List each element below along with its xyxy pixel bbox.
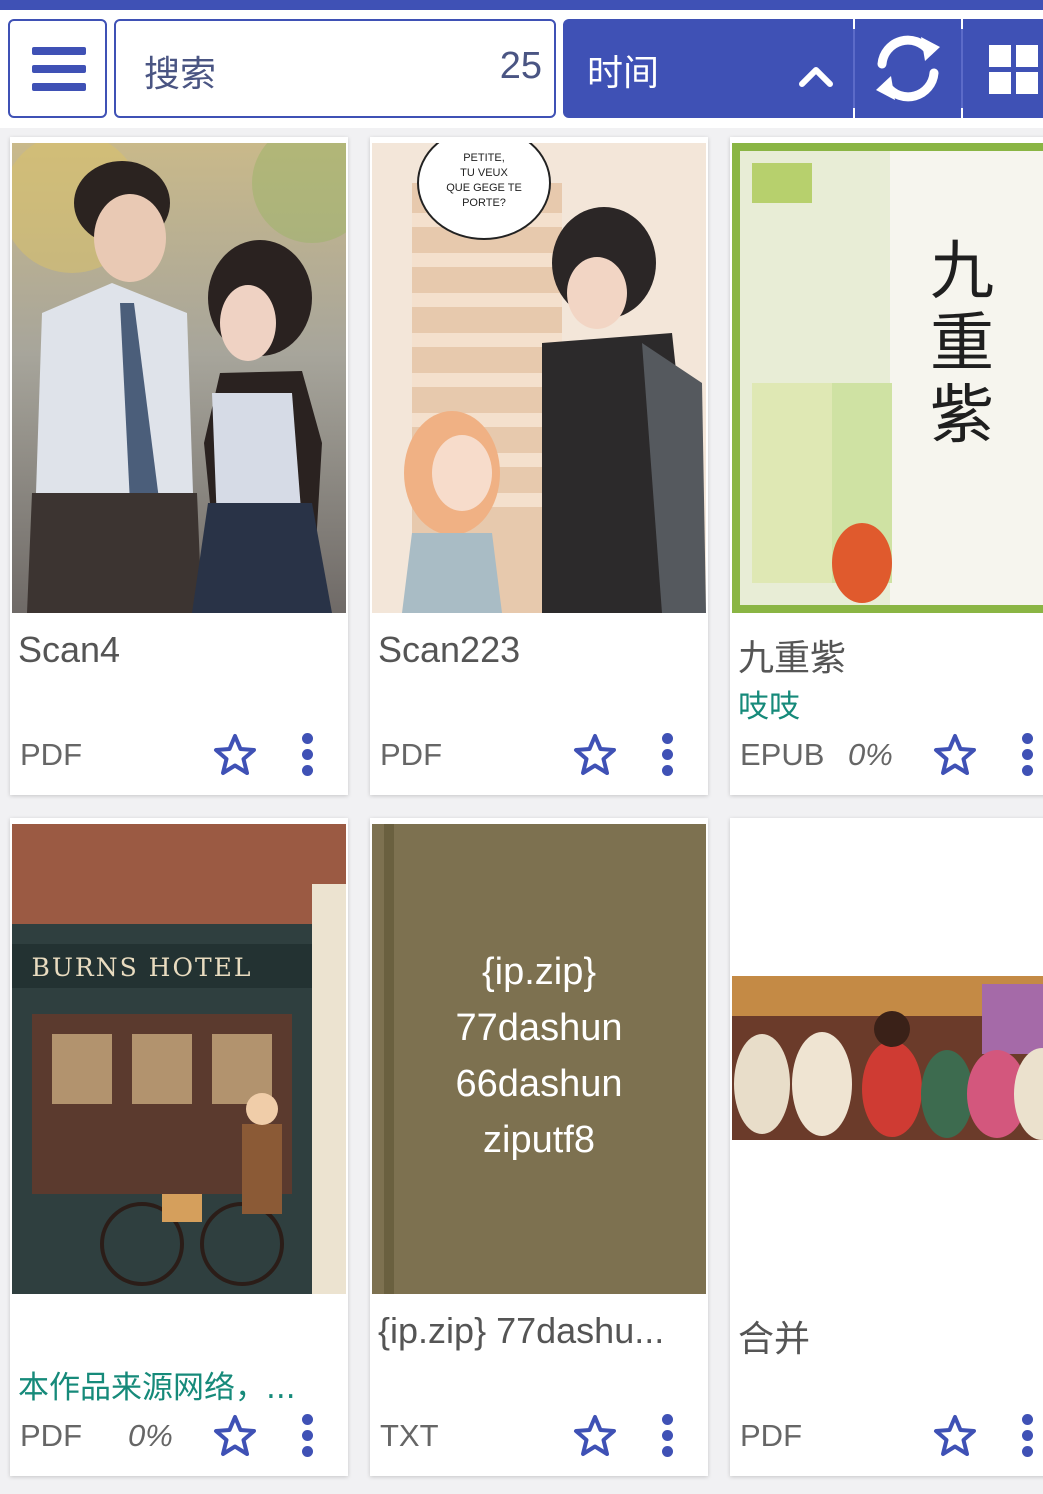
svg-text:BURNS HOTEL: BURNS HOTEL: [31, 953, 252, 982]
book-card[interactable]: 合并 PDF: [730, 818, 1043, 1476]
book-card[interactable]: 九 重 紫 九重紫 吱吱 EPUB 0%: [730, 137, 1043, 795]
book-title: 九重紫: [738, 637, 847, 678]
star-icon[interactable]: [213, 733, 257, 777]
star-icon[interactable]: [933, 1414, 977, 1458]
file-type-label: PDF: [380, 737, 442, 772]
star-icon[interactable]: [933, 733, 977, 777]
book-author: 吱吱: [738, 689, 800, 725]
svg-text:九: 九: [930, 235, 994, 309]
svg-text:QUE GEGE TE: QUE GEGE TE: [446, 182, 522, 194]
refresh-button[interactable]: [855, 19, 961, 118]
sort-label: 时间: [587, 53, 660, 94]
more-options-icon[interactable]: [1020, 1414, 1034, 1458]
svg-text:PORTE?: PORTE?: [462, 197, 506, 209]
book-cover-image[interactable]: [12, 143, 346, 613]
reading-progress: 0%: [848, 737, 893, 772]
file-type-label: PDF: [740, 1418, 802, 1453]
more-options-icon[interactable]: [300, 733, 314, 777]
book-cover-image[interactable]: BURNS HOTEL: [12, 824, 346, 1294]
svg-text:紫: 紫: [930, 379, 994, 453]
book-cover-image[interactable]: 九 重 紫: [732, 143, 1043, 613]
more-options-icon[interactable]: [660, 733, 674, 777]
cover-text: {ip.zip} 77dashun 66dashun ziputf8: [455, 951, 623, 1161]
book-card[interactable]: Scan4 PDF: [10, 137, 348, 795]
reading-progress: 0%: [128, 1418, 173, 1453]
svg-text:重: 重: [930, 307, 994, 381]
book-author: 本作品来源网络，...: [18, 1370, 296, 1406]
refresh-icon: [876, 35, 940, 102]
book-cover-image[interactable]: {ip.zip} 77dashun 66dashun ziputf8: [372, 824, 706, 1294]
book-cover-image[interactable]: PETITE, TU VEUX QUE GEGE TE PORTE?: [372, 143, 706, 613]
file-type-label: PDF: [20, 737, 82, 772]
book-title: 合并: [738, 1318, 811, 1359]
book-title: {ip.zip} 77dashu...: [378, 1310, 665, 1351]
file-type-label: EPUB: [740, 737, 825, 772]
star-icon[interactable]: [213, 1414, 257, 1458]
sort-button[interactable]: 时间: [563, 19, 853, 118]
svg-text:TU VEUX: TU VEUX: [460, 167, 508, 179]
book-count: 25: [499, 45, 542, 87]
book-cover-image[interactable]: [732, 824, 1043, 1294]
star-icon[interactable]: [573, 1414, 617, 1458]
book-card[interactable]: PETITE, TU VEUX QUE GEGE TE PORTE? Scan2…: [370, 137, 708, 795]
svg-text:PETITE,: PETITE,: [463, 152, 505, 164]
more-options-icon[interactable]: [660, 1414, 674, 1458]
search-input[interactable]: 搜索 25: [114, 19, 556, 118]
more-options-icon[interactable]: [300, 1414, 314, 1458]
file-type-label: TXT: [380, 1418, 439, 1453]
more-options-icon[interactable]: [1020, 733, 1034, 777]
book-card[interactable]: {ip.zip} 77dashun 66dashun ziputf8 {ip.z…: [370, 818, 708, 1476]
toolbar: 搜索 25 时间: [0, 10, 1043, 128]
search-placeholder: 搜索: [144, 54, 217, 95]
star-icon[interactable]: [573, 733, 617, 777]
view-mode-button[interactable]: [963, 19, 1043, 118]
book-card[interactable]: BURNS HOTEL 本作品来源网络，... PDF 0%: [10, 818, 348, 1476]
book-title: Scan223: [378, 629, 521, 670]
book-title: Scan4: [18, 629, 121, 670]
chevron-up-icon: [799, 67, 833, 87]
file-type-label: PDF: [20, 1418, 82, 1453]
status-accent-line: [0, 0, 1043, 10]
menu-button[interactable]: [8, 19, 107, 118]
